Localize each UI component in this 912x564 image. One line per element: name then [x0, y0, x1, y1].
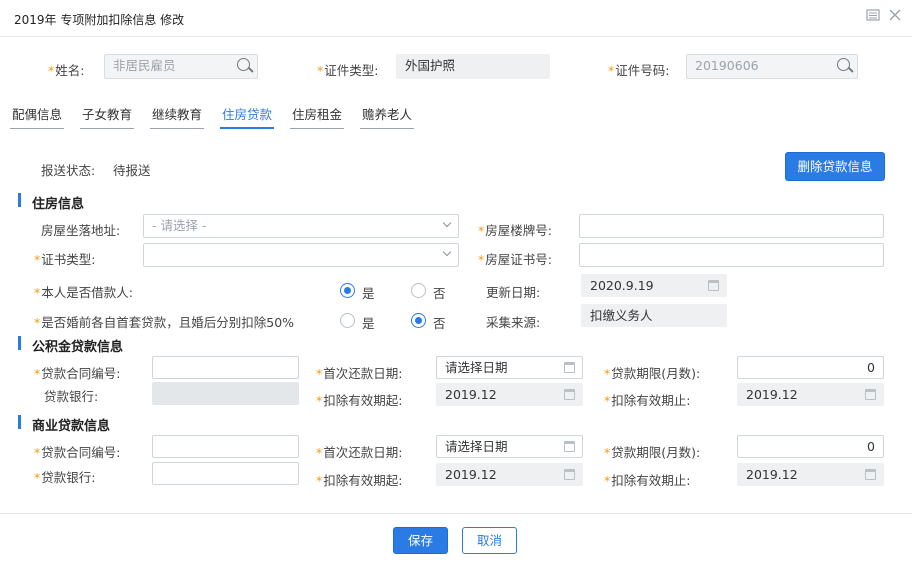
tab-child-education[interactable]: 子女教育 — [80, 102, 135, 129]
calendar-icon — [708, 280, 719, 291]
delete-loan-button[interactable]: 删除贷款信息 — [785, 152, 885, 181]
source-field: 扣缴义务人 — [581, 304, 727, 327]
header-divider — [0, 36, 912, 37]
section-marker — [18, 415, 21, 429]
commercial-bank-label: *贷款银行: — [34, 470, 96, 485]
cert-kind-label: *证书类型: — [34, 252, 96, 267]
commercial-contract-label: *贷款合同编号: — [34, 445, 121, 460]
premarital-yes-radio[interactable] — [340, 313, 355, 328]
calendar-icon — [564, 389, 575, 400]
commercial-start-field: 2019.12 — [436, 463, 583, 486]
search-icon[interactable] — [831, 55, 857, 77]
provident-end-label: *扣除有效期止: — [604, 393, 691, 408]
chevron-down-icon — [442, 247, 452, 257]
update-date-field: 2020.9.19 — [581, 274, 727, 297]
commercial-first-pay-label: *首次还款日期: — [316, 445, 403, 460]
address-label: 房屋坐落地址: — [41, 223, 121, 238]
chevron-down-icon — [442, 218, 452, 228]
tab-housing-loan[interactable]: 住房贷款 — [220, 102, 275, 129]
section-marker — [18, 193, 21, 207]
calendar-icon — [564, 362, 575, 373]
save-button[interactable]: 保存 — [393, 527, 448, 554]
provident-first-pay-label: *首次还款日期: — [316, 366, 403, 381]
tab-continuing-education[interactable]: 继续教育 — [150, 102, 205, 129]
borrower-no-label: 否 — [433, 286, 446, 301]
restore-icon[interactable] — [866, 9, 880, 21]
calendar-icon — [865, 389, 876, 400]
commercial-bank-input[interactable] — [152, 462, 299, 485]
address-select[interactable]: - 请选择 - — [143, 214, 459, 238]
borrower-label: *本人是否借款人: — [34, 285, 133, 300]
house-no-input[interactable] — [579, 214, 884, 238]
tab-elderly-support[interactable]: 赡养老人 — [360, 102, 415, 129]
premarital-no-label: 否 — [433, 316, 446, 331]
provident-contract-label: *贷款合同编号: — [34, 366, 121, 381]
cert-type-field: 外国护照 — [396, 54, 550, 79]
dialog-title: 2019年 专项附加扣除信息 修改 — [14, 13, 185, 27]
name-input[interactable]: 非居民雇员 — [104, 54, 258, 79]
house-no-label: *房屋楼牌号: — [478, 223, 552, 238]
commercial-contract-input[interactable] — [152, 435, 299, 458]
tab-spouse[interactable]: 配偶信息 — [10, 102, 65, 129]
footer-divider — [0, 513, 912, 514]
cert-type-label: *证件类型: — [317, 63, 379, 78]
name-label: *姓名: — [48, 63, 85, 78]
provident-first-pay-date[interactable]: 请选择日期 — [436, 356, 583, 379]
borrower-no-radio[interactable] — [411, 283, 426, 298]
tab-bar: 配偶信息 子女教育 继续教育 住房贷款 住房租金 赡养老人 — [0, 102, 912, 132]
provident-bank-label: 贷款银行: — [44, 389, 99, 404]
source-label: 采集来源: — [486, 315, 541, 330]
status-label: 报送状态: — [41, 163, 96, 178]
borrower-yes-radio[interactable] — [340, 283, 355, 298]
premarital-yes-label: 是 — [362, 316, 375, 331]
cert-no-label: *证件号码: — [608, 63, 670, 78]
house-cert-label: *房屋证书号: — [478, 252, 552, 267]
commercial-first-pay-date[interactable]: 请选择日期 — [436, 435, 583, 458]
borrower-yes-label: 是 — [362, 286, 375, 301]
cancel-button[interactable]: 取消 — [462, 527, 517, 554]
commercial-end-label: *扣除有效期止: — [604, 473, 691, 488]
premarital-no-radio[interactable] — [411, 313, 426, 328]
cert-kind-select[interactable] — [143, 243, 459, 267]
premarital-label: *是否婚前各自首套贷款，且婚后分别扣除50% — [34, 315, 295, 330]
tab-housing-rent[interactable]: 住房租金 — [290, 102, 345, 129]
provident-section-title: 公积金贷款信息 — [32, 340, 124, 355]
commercial-end-field: 2019.12 — [737, 463, 884, 486]
provident-term-label: *贷款期限(月数): — [604, 366, 701, 381]
commercial-section-title: 商业贷款信息 — [32, 419, 111, 434]
provident-start-field: 2019.12 — [436, 383, 583, 406]
close-icon[interactable] — [889, 9, 901, 21]
provident-start-label: *扣除有效期起: — [316, 393, 403, 408]
commercial-term-input[interactable]: 0 — [737, 435, 884, 458]
calendar-icon — [564, 469, 575, 480]
cert-no-input[interactable]: 20190606 — [686, 54, 858, 79]
status-value: 待报送 — [113, 163, 151, 178]
calendar-icon — [564, 441, 575, 452]
commercial-start-label: *扣除有效期起: — [316, 473, 403, 488]
provident-term-input[interactable]: 0 — [737, 356, 884, 379]
house-cert-input[interactable] — [579, 243, 884, 267]
provident-contract-input[interactable] — [152, 356, 299, 379]
commercial-term-label: *贷款期限(月数): — [604, 445, 701, 460]
provident-end-field: 2019.12 — [737, 383, 884, 406]
search-icon[interactable] — [231, 55, 257, 77]
section-marker — [18, 336, 21, 350]
housing-section-title: 住房信息 — [32, 197, 85, 212]
calendar-icon — [865, 469, 876, 480]
provident-bank-field — [152, 382, 299, 405]
update-date-label: 更新日期: — [486, 285, 541, 300]
